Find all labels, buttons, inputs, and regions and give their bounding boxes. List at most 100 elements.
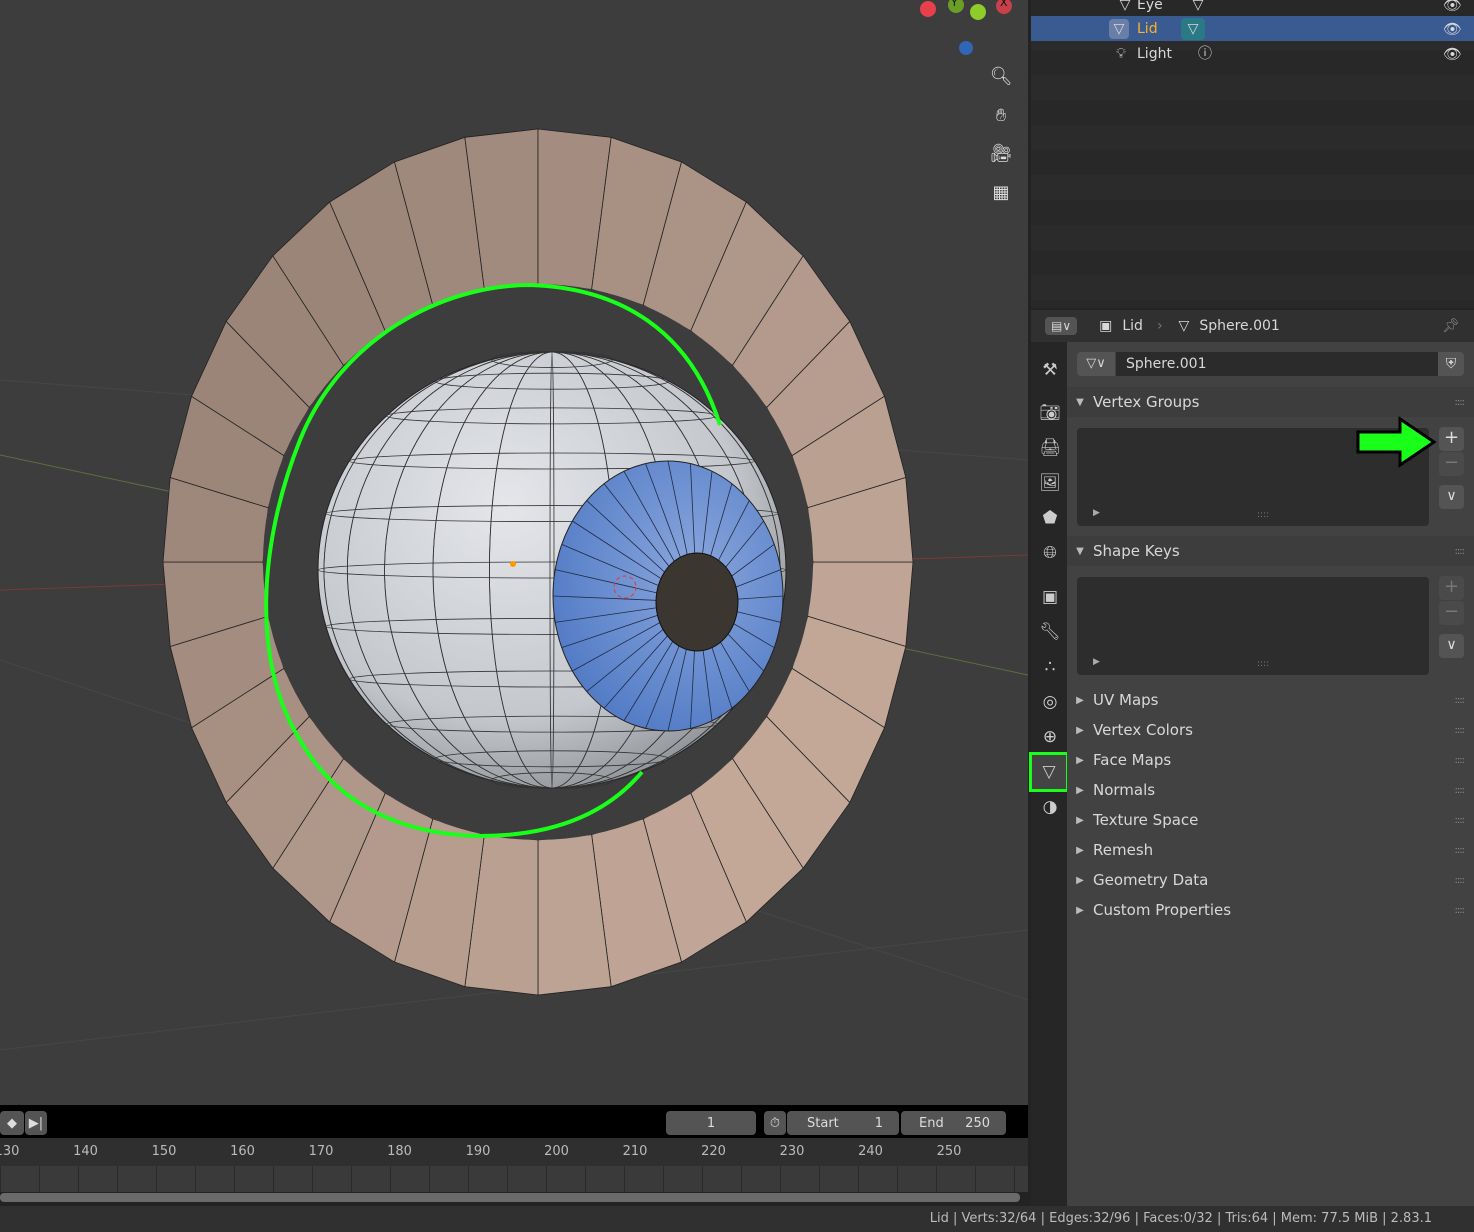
outliner-row-lid[interactable]: ▽ Lid ▽ 👁︎ bbox=[1031, 16, 1474, 41]
properties-content: ▽∨ Sphere.001 ⛨ ▼ Vertex Groups:::: ▶::::… bbox=[1067, 342, 1474, 1206]
tab-object-data[interactable]: ▽ bbox=[1029, 752, 1069, 792]
remove-vertex-group-button[interactable]: − bbox=[1439, 452, 1464, 476]
frame-tick: 200 bbox=[544, 1144, 569, 1159]
panel-normals[interactable]: ▶ Normals:::: bbox=[1067, 775, 1474, 805]
row-label: Light bbox=[1137, 45, 1172, 62]
outliner-row-eye[interactable]: ▽ Eye ▽ 👁︎ bbox=[1031, 0, 1474, 17]
editor-type-icon[interactable]: ▤∨ bbox=[1045, 317, 1078, 335]
add-vertex-group-button[interactable]: + bbox=[1439, 427, 1464, 451]
breadcrumb-mesh: Sphere.001 bbox=[1199, 318, 1280, 334]
3d-viewport[interactable]: Y X 🔍︎ ✋︎ 🎥︎ ▦ bbox=[0, 0, 1028, 1105]
tab-material[interactable]: ◑ bbox=[1034, 791, 1066, 823]
end-frame-field[interactable]: End 250 bbox=[901, 1111, 1006, 1135]
row-label: Lid bbox=[1137, 20, 1158, 37]
add-shape-key-button[interactable]: + bbox=[1439, 576, 1464, 600]
eye-visibility-icon[interactable]: 👁︎ bbox=[1443, 45, 1462, 63]
panel-vertex-colors[interactable]: ▶ Vertex Colors:::: bbox=[1067, 715, 1474, 745]
light-object-icon: 💡︎ bbox=[1116, 45, 1126, 62]
end-value: 250 bbox=[965, 1115, 990, 1131]
drag-grip-icon[interactable]: :::: bbox=[1455, 725, 1466, 736]
resize-grip-icon[interactable]: :::: bbox=[1257, 510, 1269, 520]
panel-geometry-data[interactable]: ▶ Geometry Data:::: bbox=[1067, 865, 1474, 895]
drag-grip-icon[interactable]: :::: bbox=[1455, 397, 1466, 408]
tab-output[interactable]: 🖨︎ bbox=[1034, 432, 1066, 464]
end-label: End bbox=[919, 1115, 944, 1131]
shape-key-specials-button[interactable]: ∨ bbox=[1439, 634, 1464, 658]
tab-particles[interactable]: ∴ bbox=[1034, 651, 1066, 683]
panel-vertex-groups[interactable]: ▼ Vertex Groups:::: bbox=[1067, 387, 1474, 417]
tab-tool[interactable]: ⚒ bbox=[1034, 354, 1066, 386]
mesh-object-icon: ▽ bbox=[1109, 18, 1129, 39]
eye-visibility-icon[interactable]: 👁︎ bbox=[1443, 20, 1462, 38]
collapsed-arrow-icon: ▶ bbox=[1076, 724, 1084, 736]
filter-arrow-icon[interactable]: ▶ bbox=[1093, 657, 1100, 667]
panel-title: UV Maps bbox=[1093, 691, 1159, 709]
remove-shape-key-button[interactable]: − bbox=[1439, 601, 1464, 625]
tab-modifiers[interactable]: 🔧︎ bbox=[1034, 616, 1066, 648]
tab-scene[interactable]: ⬟ bbox=[1034, 502, 1066, 534]
filter-arrow-icon[interactable]: ▶ bbox=[1093, 508, 1100, 518]
frame-tick: 140 bbox=[73, 1144, 98, 1159]
eye-visibility-icon[interactable]: 👁︎ bbox=[1443, 0, 1462, 14]
drag-grip-icon[interactable]: :::: bbox=[1455, 785, 1466, 796]
panel-texture-space[interactable]: ▶ Texture Space:::: bbox=[1067, 805, 1474, 835]
panel-title: Vertex Groups bbox=[1093, 393, 1200, 411]
collapsed-arrow-icon: ▶ bbox=[1076, 904, 1084, 916]
drag-grip-icon[interactable]: :::: bbox=[1455, 875, 1466, 886]
drag-grip-icon[interactable]: :::: bbox=[1455, 845, 1466, 856]
camera-icon[interactable]: 🎥︎ bbox=[985, 137, 1017, 169]
drag-grip-icon[interactable]: :::: bbox=[1455, 695, 1466, 706]
panel-uv-maps[interactable]: ▶ UV Maps:::: bbox=[1067, 685, 1474, 715]
gizmo-y-label[interactable]: Y bbox=[951, 0, 958, 9]
grid-ortho-icon[interactable]: ▦ bbox=[985, 176, 1017, 208]
outliner[interactable]: ▽ Eye ▽ 👁︎ ▽ Lid ▽ 👁︎ 💡︎ Light ⓘ 👁︎ bbox=[1031, 0, 1474, 308]
jump-keyframe-icon[interactable]: ◆ bbox=[0, 1111, 24, 1135]
pin-icon[interactable]: 📌︎ bbox=[1442, 318, 1460, 334]
resize-grip-icon[interactable]: :::: bbox=[1257, 659, 1269, 669]
tab-constraints[interactable]: ⊕ bbox=[1034, 721, 1066, 753]
tab-physics[interactable]: ◎ bbox=[1034, 686, 1066, 718]
panel-remesh[interactable]: ▶ Remesh:::: bbox=[1067, 835, 1474, 865]
scene-render bbox=[0, 0, 1028, 1051]
properties-tabs: ⚒ 📷︎ 🖨︎ 🖼︎ ⬟ 🌐︎ ▣ 🔧︎ ∴ ◎ ⊕ ▽ ◑ bbox=[1029, 342, 1069, 1206]
expanded-arrow-icon: ▼ bbox=[1076, 545, 1084, 557]
start-frame-field[interactable]: Start 1 bbox=[787, 1111, 899, 1135]
status-bar: Lid | Verts:32/64 | Edges:32/96 | Faces:… bbox=[0, 1206, 1474, 1232]
jump-end-icon[interactable]: ▶| bbox=[25, 1111, 47, 1135]
panel-shape-keys[interactable]: ▼ Shape Keys:::: bbox=[1067, 536, 1474, 566]
drag-grip-icon[interactable]: :::: bbox=[1455, 546, 1466, 557]
mesh-data-icon[interactable]: ▽ bbox=[1181, 17, 1205, 40]
panel-title: Shape Keys bbox=[1093, 542, 1180, 560]
tab-render[interactable]: 📷︎ bbox=[1034, 397, 1066, 429]
outliner-row-light[interactable]: 💡︎ Light ⓘ 👁︎ bbox=[1031, 41, 1474, 66]
panel-custom-properties[interactable]: ▶ Custom Properties:::: bbox=[1067, 895, 1474, 925]
mesh-name-field[interactable]: Sphere.001 bbox=[1116, 352, 1438, 376]
mesh-browse-icon[interactable]: ▽∨ bbox=[1077, 352, 1115, 376]
mesh-data-icon[interactable]: ▽ bbox=[1186, 0, 1210, 16]
drag-grip-icon[interactable]: :::: bbox=[1455, 815, 1466, 826]
drag-grip-icon[interactable]: :::: bbox=[1455, 905, 1466, 916]
vertex-group-specials-button[interactable]: ∨ bbox=[1439, 485, 1464, 509]
frame-tick: 150 bbox=[151, 1144, 177, 1159]
panel-face-maps[interactable]: ▶ Face Maps:::: bbox=[1067, 745, 1474, 775]
timeline-ruler[interactable]: 130 140 150 160 170 180 190 200 210 220 230 240 250 bbox=[0, 1138, 1028, 1166]
gizmo-z-neg bbox=[959, 41, 973, 55]
breadcrumb-object: Lid bbox=[1122, 318, 1143, 334]
frame-tick: 180 bbox=[387, 1144, 412, 1159]
timeline-scrollbar[interactable] bbox=[0, 1193, 1020, 1202]
gizmo-x-label[interactable]: X bbox=[1000, 0, 1008, 9]
tab-view-layer[interactable]: 🖼︎ bbox=[1034, 467, 1066, 499]
light-data-icon[interactable]: ⓘ bbox=[1193, 43, 1217, 65]
current-frame-field[interactable]: 1 bbox=[666, 1111, 756, 1135]
row-label: Eye bbox=[1137, 0, 1163, 13]
timeline-track[interactable] bbox=[0, 1166, 1028, 1192]
hand-pan-icon[interactable]: ✋︎ bbox=[985, 99, 1017, 131]
fake-user-shield-icon[interactable]: ⛨ bbox=[1438, 352, 1464, 376]
drag-grip-icon[interactable]: :::: bbox=[1455, 755, 1466, 766]
stopwatch-icon[interactable]: ⏱︎ bbox=[764, 1111, 786, 1135]
tab-object[interactable]: ▣ bbox=[1034, 581, 1066, 613]
zoom-icon[interactable]: 🔍︎ bbox=[985, 60, 1017, 92]
shape-keys-list[interactable]: ▶:::: bbox=[1077, 577, 1429, 675]
tab-world[interactable]: 🌐︎ bbox=[1034, 537, 1066, 569]
mesh-object-icon: ▽ bbox=[1119, 0, 1131, 13]
